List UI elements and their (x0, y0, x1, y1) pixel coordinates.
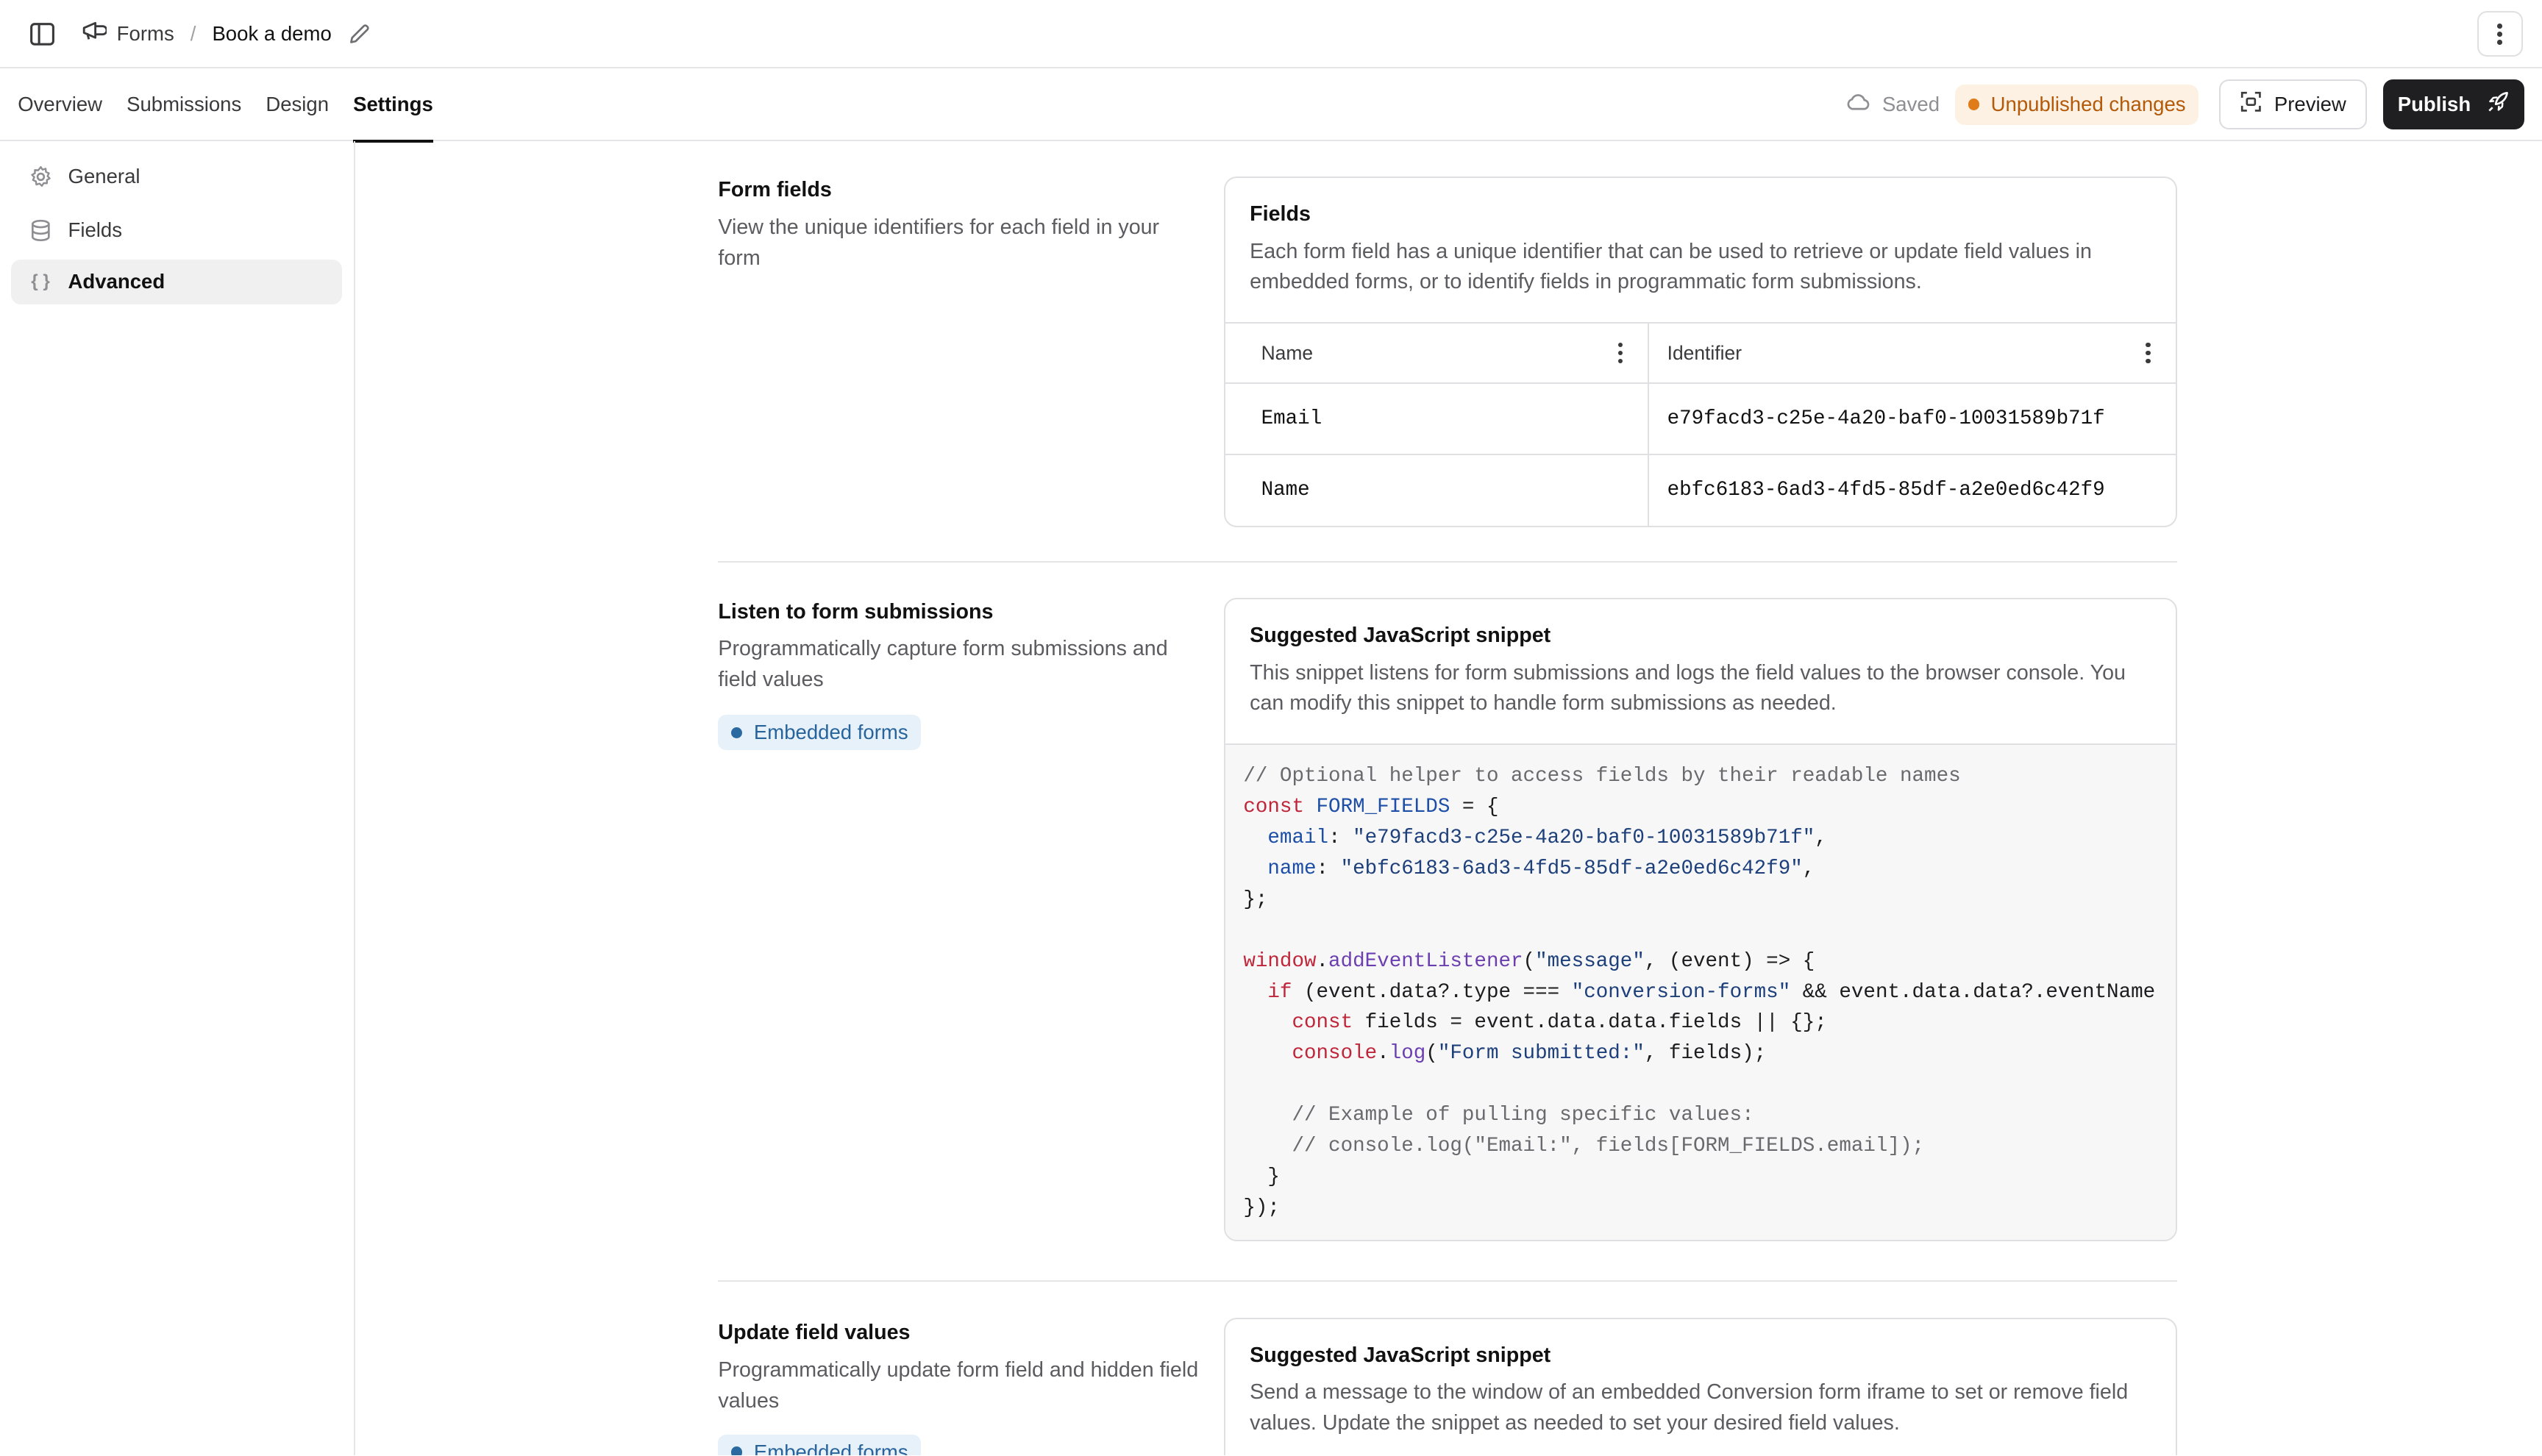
code-line: email: "e79facd3-c25e-4a20-baf0-10031589… (1267, 827, 1827, 850)
update-snippet-header: Suggested JavaScript snippet Send a mess… (1225, 1319, 2176, 1455)
section-divider (718, 1280, 2178, 1282)
saved-status: Saved (1846, 68, 1940, 141)
sidebar-item-advanced[interactable]: { } Advanced (11, 259, 343, 305)
sidebar-item-general[interactable]: General (11, 154, 342, 199)
embedded-forms-badge: Embedded forms (718, 1434, 922, 1456)
snippet-description: Send a message to the window of an embed… (1250, 1380, 2129, 1435)
breadcrumb-separator: / (190, 22, 196, 46)
form-fields-description: View the unique identifiers for each fie… (718, 215, 1160, 270)
form-fields-title: Form fields (718, 178, 832, 202)
sidebar-item-fields[interactable]: Fields (11, 207, 342, 253)
table-row: Name ebfc6183-6ad3-4fd5-85df-a2e0ed6c42f… (1225, 453, 2176, 526)
saved-label: Saved (1881, 93, 1940, 116)
rocket-icon (2487, 90, 2510, 118)
tab-design[interactable]: Design (266, 68, 329, 141)
braces-icon: { } (31, 271, 50, 292)
column-header-label: Name (1261, 341, 1314, 364)
publish-label: Publish (2397, 93, 2471, 116)
snippet-title: Suggested JavaScript snippet (1250, 1343, 1551, 1367)
sidebar-item-label: Fields (68, 218, 123, 241)
tab-settings[interactable]: Settings (353, 68, 434, 143)
settings-sidebar: General Fields { } Advanced (0, 140, 355, 1456)
code-line: // Optional helper to access fields by t… (1243, 765, 1961, 788)
tabs: Overview Submissions Design Settings (18, 68, 434, 143)
column-header-label: Identifier (1667, 341, 1742, 364)
embedded-forms-badge: Embedded forms (718, 715, 922, 751)
table-row: Email e79facd3-c25e-4a20-baf0-10031589b7… (1225, 382, 2176, 454)
update-title: Update field values (718, 1321, 911, 1345)
cloud-icon (1846, 92, 1870, 116)
gear-icon (29, 165, 52, 188)
field-name-cell: Email (1261, 407, 1322, 430)
code-snippet[interactable]: // Optional helper to access fields by t… (1225, 743, 2176, 1240)
snippet-description: This snippet listens for form submission… (1250, 660, 2126, 715)
sidebar-toggle-icon[interactable] (26, 18, 58, 50)
top-bar: Forms / Book a demo (0, 0, 2542, 68)
fields-card-title: Fields (1250, 202, 1311, 226)
field-name-cell: Name (1225, 453, 1649, 526)
pencil-icon[interactable] (348, 21, 374, 47)
kebab-icon (2491, 23, 2510, 46)
snippet-title: Suggested JavaScript snippet (1250, 624, 1551, 648)
column-menu-icon[interactable] (2138, 342, 2157, 365)
listen-snippet-header: Suggested JavaScript snippet This snippe… (1225, 599, 2176, 743)
sidebar-item-label: Advanced (68, 270, 165, 293)
tag-dot-icon (731, 1446, 743, 1456)
publish-button[interactable]: Publish (2383, 79, 2524, 130)
breadcrumb: Forms / Book a demo (82, 0, 374, 68)
preview-icon (2240, 91, 2262, 118)
table-header-row: Name Identifier (1225, 323, 2176, 384)
code-line: } (1243, 1165, 1280, 1188)
sidebar-item-label: General (68, 165, 140, 188)
breadcrumb-current: Book a demo (212, 22, 332, 46)
code-line: name: "ebfc6183-6ad3-4fd5-85df-a2e0ed6c4… (1267, 857, 1815, 881)
code-line: // Example of pulling specific values: (1243, 1104, 1754, 1127)
tab-bar: Overview Submissions Design Settings Sav… (0, 68, 2542, 143)
tab-submissions[interactable]: Submissions (127, 68, 241, 141)
field-identifier-cell: ebfc6183-6ad3-4fd5-85df-a2e0ed6c42f9 (1648, 453, 2176, 526)
code-line: const fields = event.data.data.fields ||… (1292, 1011, 1827, 1035)
code-line: }); (1243, 1196, 1280, 1219)
column-header-identifier: Identifier (1648, 323, 2176, 384)
code-line: if (event.data?.type === "conversion-for… (1267, 980, 2156, 1004)
fields-card: Fields Each form field has a unique iden… (1224, 176, 2178, 527)
breadcrumb-forms-label: Forms (116, 22, 174, 46)
megaphone-icon (82, 21, 108, 47)
update-snippet-card: Suggested JavaScript snippet Send a mess… (1224, 1317, 2178, 1456)
preview-button[interactable]: Preview (2219, 79, 2367, 130)
field-identifier-cell: e79facd3-c25e-4a20-baf0-10031589b71f (1648, 382, 2176, 454)
column-menu-icon[interactable] (1611, 342, 1630, 365)
code-line: console.log("Form submitted:", fields); (1292, 1042, 1767, 1066)
code-line: window.addEventListener("message", (even… (1243, 949, 1815, 973)
column-header-name: Name (1225, 323, 1649, 384)
update-description: Programmatically update form field and h… (718, 1357, 1199, 1413)
preview-label: Preview (2274, 93, 2346, 116)
listen-snippet-card: Suggested JavaScript snippet This snippe… (1224, 598, 2178, 1241)
database-icon (29, 219, 52, 242)
listen-description: Programmatically capture form submission… (718, 636, 1168, 691)
code-line: const FORM_FIELDS = { (1243, 796, 1499, 819)
status-dot-icon (1968, 99, 1980, 110)
fields-table: Name Identifier Email e79facd3-c25e-4a20… (1225, 322, 2176, 526)
code-line: }; (1243, 888, 1268, 911)
tag-label: Embedded forms (753, 721, 908, 744)
tab-overview[interactable]: Overview (18, 68, 102, 141)
more-options-button[interactable] (2477, 11, 2523, 57)
breadcrumb-forms-link[interactable]: Forms (82, 21, 174, 47)
fields-card-header: Fields Each form field has a unique iden… (1225, 178, 2176, 322)
code-line: // console.log("Email:", fields[FORM_FIE… (1243, 1134, 1925, 1157)
unpublished-changes-badge: Unpublished changes (1955, 84, 2199, 125)
unpublished-label: Unpublished changes (1990, 93, 2186, 116)
tag-label: Embedded forms (753, 1440, 908, 1456)
fields-card-description: Each form field has a unique identifier … (1250, 239, 2092, 294)
tag-dot-icon (731, 727, 743, 738)
listen-title: Listen to form submissions (718, 599, 994, 624)
section-divider (718, 560, 2178, 563)
